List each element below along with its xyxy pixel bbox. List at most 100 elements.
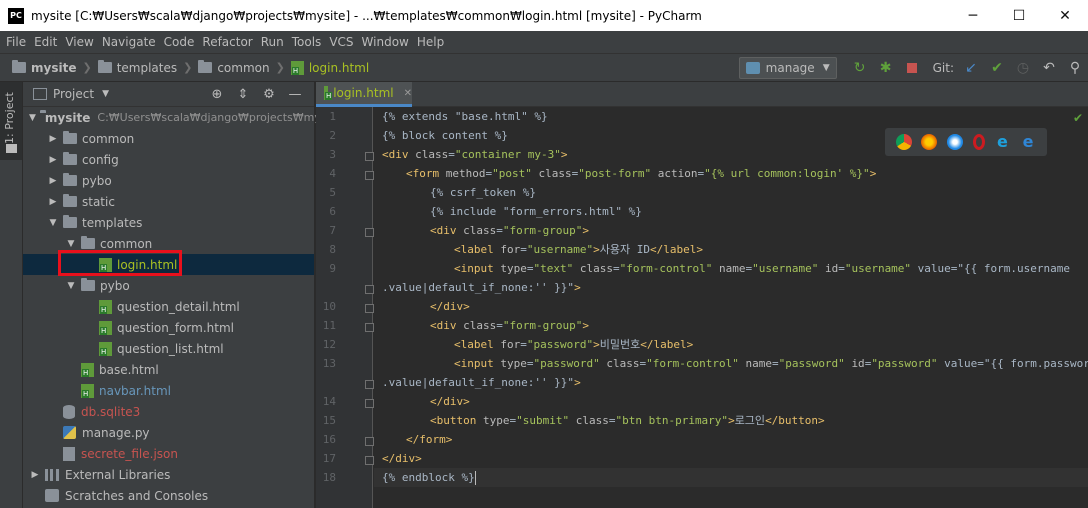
tree-item[interactable]: ▶ config (23, 149, 314, 170)
tree-item[interactable]: ▶ common (23, 128, 314, 149)
tree-item[interactable]: db.sqlite3 (23, 401, 314, 422)
project-panel: Project ▼ ⊕ ⇕ ⚙ — ▼ mysite C:₩Users₩scala₩… (23, 82, 327, 508)
tree-item[interactable]: question_form.html (23, 317, 314, 338)
git-update-icon[interactable]: ↙ (958, 56, 984, 80)
edge-icon[interactable]: e (1020, 134, 1036, 150)
ie-icon[interactable]: e (994, 134, 1010, 150)
maximize-button[interactable]: ☐ (996, 0, 1042, 31)
menu-tools[interactable]: Tools (288, 35, 326, 49)
tree-item[interactable]: secrete_file.json (23, 443, 314, 464)
code-text: <label for="password">비밀번호</label> (454, 338, 694, 351)
tree-item[interactable]: ▼ mysite C:₩Users₩scala₩django₩projects₩my… (23, 107, 327, 128)
debug-icon[interactable]: ✱ (873, 56, 899, 80)
opera-icon[interactable] (972, 134, 985, 150)
stop-icon[interactable] (899, 56, 925, 80)
code-line: </form> (374, 430, 452, 449)
tree-item[interactable]: question_list.html (23, 338, 314, 359)
collapsed-arrow-icon[interactable]: ▶ (47, 134, 59, 144)
breadcrumb-login-html[interactable]: login.html (309, 61, 369, 75)
tab-login-html[interactable]: login.html ✕ (316, 82, 412, 107)
fold-marker-icon[interactable] (365, 228, 374, 237)
menu-code[interactable]: Code (160, 35, 199, 49)
expanded-arrow-icon[interactable]: ▼ (65, 281, 77, 291)
scratch-icon (45, 489, 59, 502)
breadcrumb-common[interactable]: common (217, 61, 269, 75)
tree-item[interactable]: ▼ pybo (23, 275, 314, 296)
git-history-icon[interactable]: ◷ (1010, 56, 1036, 80)
tree-item-label: question_detail.html (117, 299, 240, 314)
close-button[interactable]: ✕ (1042, 0, 1088, 31)
rerun-icon[interactable]: ↻ (847, 56, 873, 80)
menu-view[interactable]: View (61, 35, 97, 49)
run-config-dropdown[interactable]: manage ▼ (738, 56, 837, 79)
dropdown-arrow-icon: ▼ (822, 62, 830, 73)
window-title: mysite [C:₩Users₩scala₩django₩projects₩m… (31, 8, 702, 23)
expanded-arrow-icon[interactable]: ▼ (47, 218, 59, 228)
menu-run[interactable]: Run (257, 35, 288, 49)
tree-item-path: C:₩Users₩scala₩django₩projects₩mys (97, 111, 327, 124)
code-text: </div> (382, 452, 422, 465)
collapsed-arrow-icon[interactable]: ▶ (47, 176, 59, 186)
tree-item-label: secrete_file.json (81, 446, 178, 461)
project-panel-title[interactable]: Project (53, 87, 94, 101)
menu-edit[interactable]: Edit (30, 35, 61, 49)
tree-item[interactable]: base.html (23, 359, 314, 380)
fold-marker-icon[interactable] (365, 285, 374, 294)
close-tab-icon[interactable]: ✕ (404, 88, 412, 99)
line-number: 10 (322, 300, 336, 313)
gear-icon[interactable]: ⚙ (256, 87, 282, 102)
fold-marker-icon[interactable] (365, 323, 374, 332)
code-line: {% block content %} (374, 126, 508, 145)
menu-navigate[interactable]: Navigate (98, 35, 160, 49)
tree-item[interactable]: navbar.html (23, 380, 314, 401)
safari-icon[interactable] (947, 134, 964, 150)
collapse-all-icon[interactable]: ⇕ (230, 87, 256, 102)
chrome-icon[interactable] (895, 134, 912, 150)
menu-file[interactable]: File (2, 35, 30, 49)
fold-marker-icon[interactable] (365, 456, 374, 465)
menu-refactor[interactable]: Refactor (198, 35, 256, 49)
fold-marker-icon[interactable] (365, 304, 374, 313)
project-tool-tab[interactable]: 1: Project (0, 82, 22, 160)
code-line: </div> (374, 392, 470, 411)
fold-marker-icon[interactable] (365, 437, 374, 446)
tree-item[interactable]: question_detail.html (23, 296, 314, 317)
fold-marker-icon[interactable] (365, 152, 374, 161)
breadcrumb-templates[interactable]: templates (117, 61, 177, 75)
minimize-button[interactable]: ─ (950, 0, 996, 31)
collapsed-arrow-icon[interactable]: ▶ (47, 155, 59, 165)
expanded-arrow-icon[interactable]: ▼ (29, 113, 36, 123)
tree-item[interactable]: Scratches and Consoles (23, 485, 314, 506)
locate-file-icon[interactable]: ⊕ (204, 87, 230, 102)
python-icon (745, 61, 760, 74)
tree-item[interactable]: manage.py (23, 422, 314, 443)
fold-marker-icon[interactable] (365, 399, 374, 408)
search-icon[interactable]: ⚲ (1062, 56, 1088, 80)
inspection-ok-icon[interactable]: ✔ (1073, 111, 1083, 125)
collapsed-arrow-icon[interactable]: ▶ (29, 470, 41, 480)
dropdown-arrow-icon[interactable]: ▼ (102, 89, 109, 99)
fold-marker-icon[interactable] (365, 171, 374, 180)
git-commit-icon[interactable]: ✔ (984, 56, 1010, 80)
firefox-icon[interactable] (921, 134, 938, 150)
expanded-arrow-icon[interactable]: ▼ (65, 239, 77, 249)
line-number: 2 (329, 129, 336, 142)
folder-icon (198, 60, 213, 73)
menu-help[interactable]: Help (413, 35, 448, 49)
git-rollback-icon[interactable]: ↶ (1036, 56, 1062, 80)
pycharm-app-icon: PC (8, 7, 24, 24)
tree-item[interactable]: ▶ pybo (23, 170, 314, 191)
tree-item[interactable]: ▼ templates (23, 212, 314, 233)
menu-vcs[interactable]: VCS (325, 35, 357, 49)
tree-item-label: External Libraries (65, 467, 171, 482)
collapsed-arrow-icon[interactable]: ▶ (47, 197, 59, 207)
hide-panel-icon[interactable]: — (282, 87, 308, 102)
breadcrumb-mysite[interactable]: mysite (31, 61, 76, 75)
folder-icon (6, 144, 17, 153)
menu-window[interactable]: Window (358, 35, 413, 49)
tree-item[interactable]: ▶ static (23, 191, 314, 212)
tree-item[interactable]: ▶ External Libraries (23, 464, 314, 485)
code-editor[interactable]: {% extends "base.html" %} {% block conten… (374, 107, 1088, 508)
fold-marker-icon[interactable] (365, 380, 374, 389)
code-text: {% extends "base.html" %} (382, 110, 548, 123)
